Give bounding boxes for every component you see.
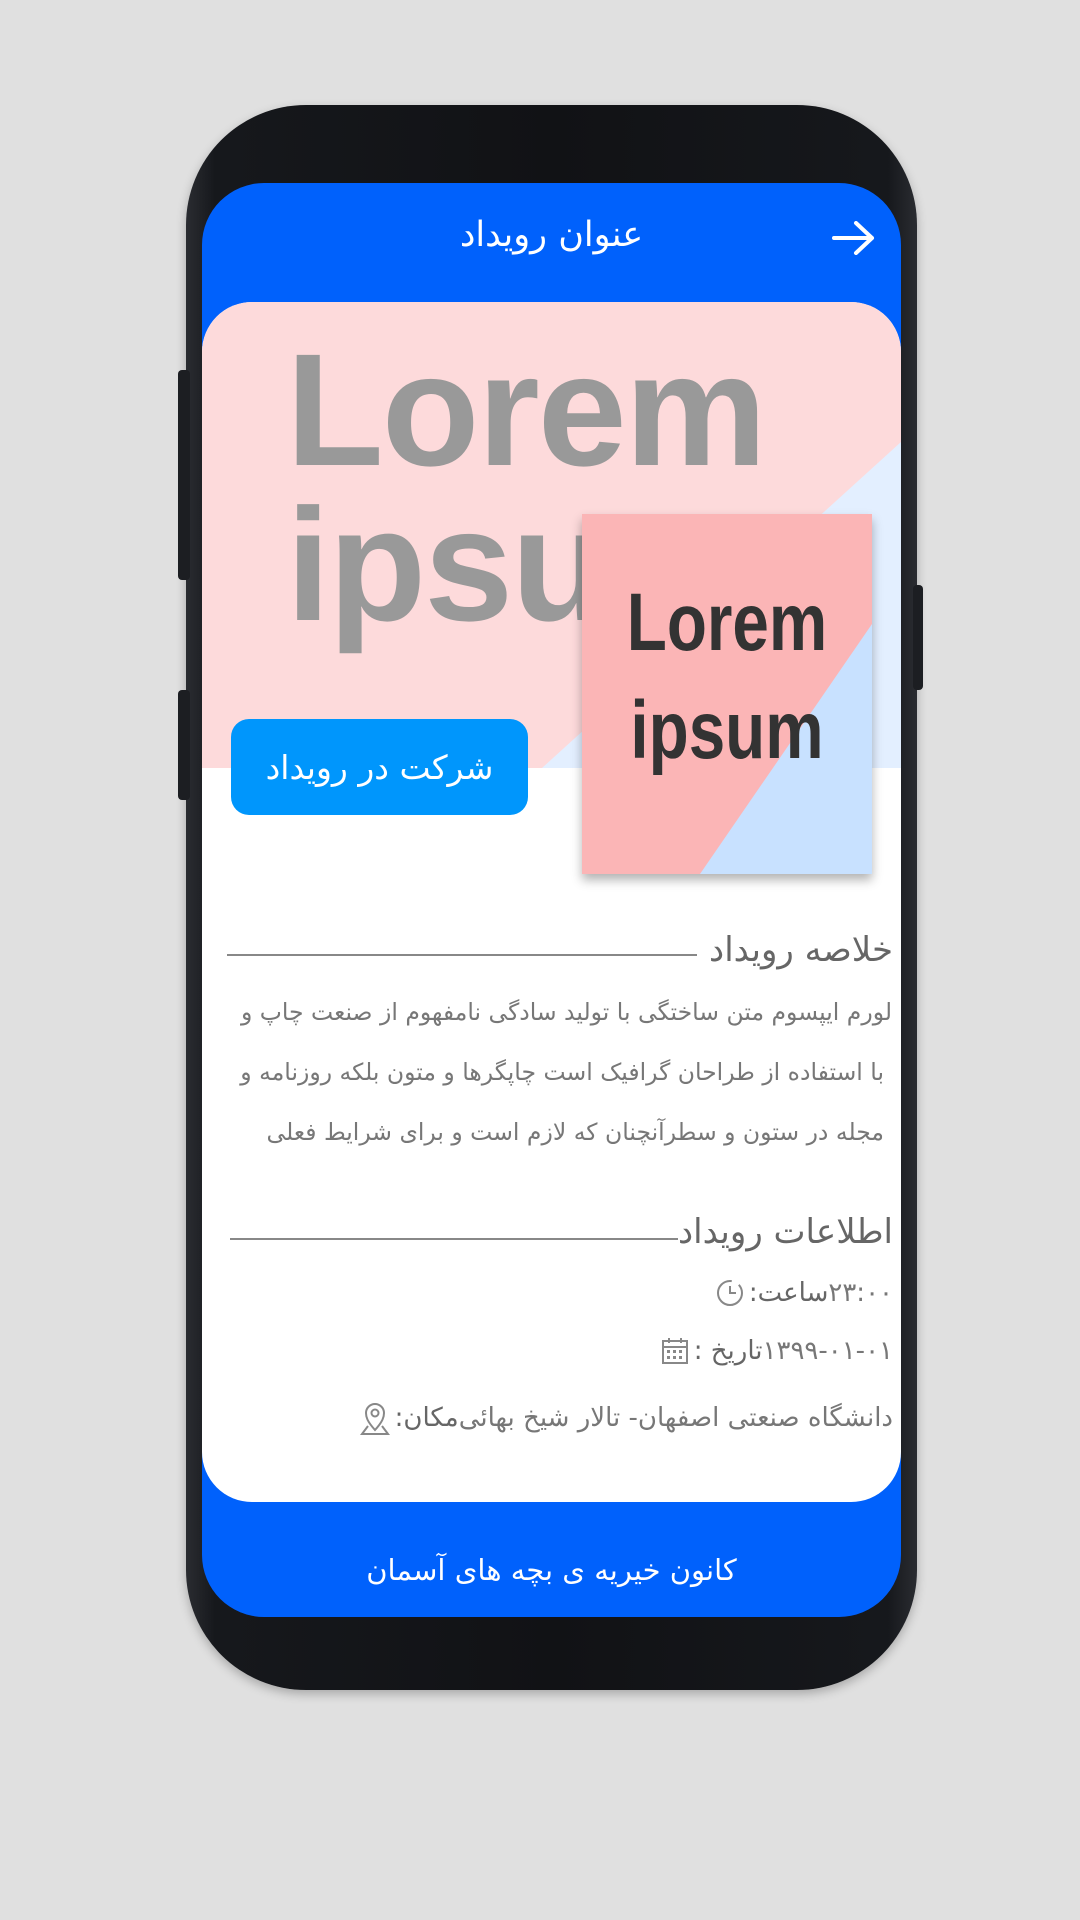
page-title: عنوان رویداد <box>459 215 644 255</box>
summary-line: لورم ایپسوم متن ساختگی با تولید سادگی نا… <box>240 998 892 1026</box>
date-label: تاریخ : <box>693 1336 763 1366</box>
clock-icon <box>716 1280 743 1306</box>
join-event-button[interactable]: شرکت در رویداد <box>231 719 528 815</box>
poster-line1: Lorem <box>626 577 828 668</box>
event-card: Lorem ipsum Lorem ipsum شرکت در رویداد خ… <box>202 302 901 1502</box>
time-value: ۲۳:۰۰ <box>828 1278 893 1308</box>
app-screen: عنوان رویداد Lorem ipsum Lorem ipsum شرک… <box>202 183 901 1617</box>
info-title: اطلاعات رویداد <box>678 1212 893 1252</box>
volume-button <box>178 370 190 580</box>
time-label: ساعت: <box>748 1278 829 1308</box>
summary-text: لورم ایپسوم متن ساختگی با تولید سادگی نا… <box>222 982 892 1162</box>
calendar-icon <box>661 1338 688 1364</box>
side-button <box>178 690 190 800</box>
summary-title: خلاصه رویداد <box>709 930 893 970</box>
info-divider <box>230 1238 678 1240</box>
event-poster: Lorem ipsum <box>582 514 872 874</box>
poster-line2: ipsum <box>630 685 824 776</box>
summary-line: مجله در ستون و سطرآنچنان که لازم است و ب… <box>266 1118 884 1146</box>
place-row: مکان: دانشگاه صنعتی اصفهان- تالار شیخ به… <box>353 1400 893 1436</box>
footer-text: کانون خیریه ی بچه های آسمان <box>366 1553 737 1587</box>
arrow-right-icon[interactable] <box>832 221 876 255</box>
place-label: مکان: <box>394 1403 459 1433</box>
date-row: تاریخ : ۱۳۹۹-۰۱-۰۱ <box>654 1336 893 1366</box>
place-value: دانشگاه صنعتی اصفهان- تالار شیخ بهائی <box>458 1403 893 1433</box>
summary-divider <box>227 954 697 956</box>
power-button <box>913 585 923 690</box>
location-pin-icon <box>359 1403 390 1435</box>
summary-line: با استفاده از طراحان گرافیک است چاپگرها … <box>240 1058 884 1086</box>
date-value: ۱۳۹۹-۰۱-۰۱ <box>762 1336 893 1366</box>
time-row: ساعت: ۲۳:۰۰ <box>709 1278 893 1308</box>
